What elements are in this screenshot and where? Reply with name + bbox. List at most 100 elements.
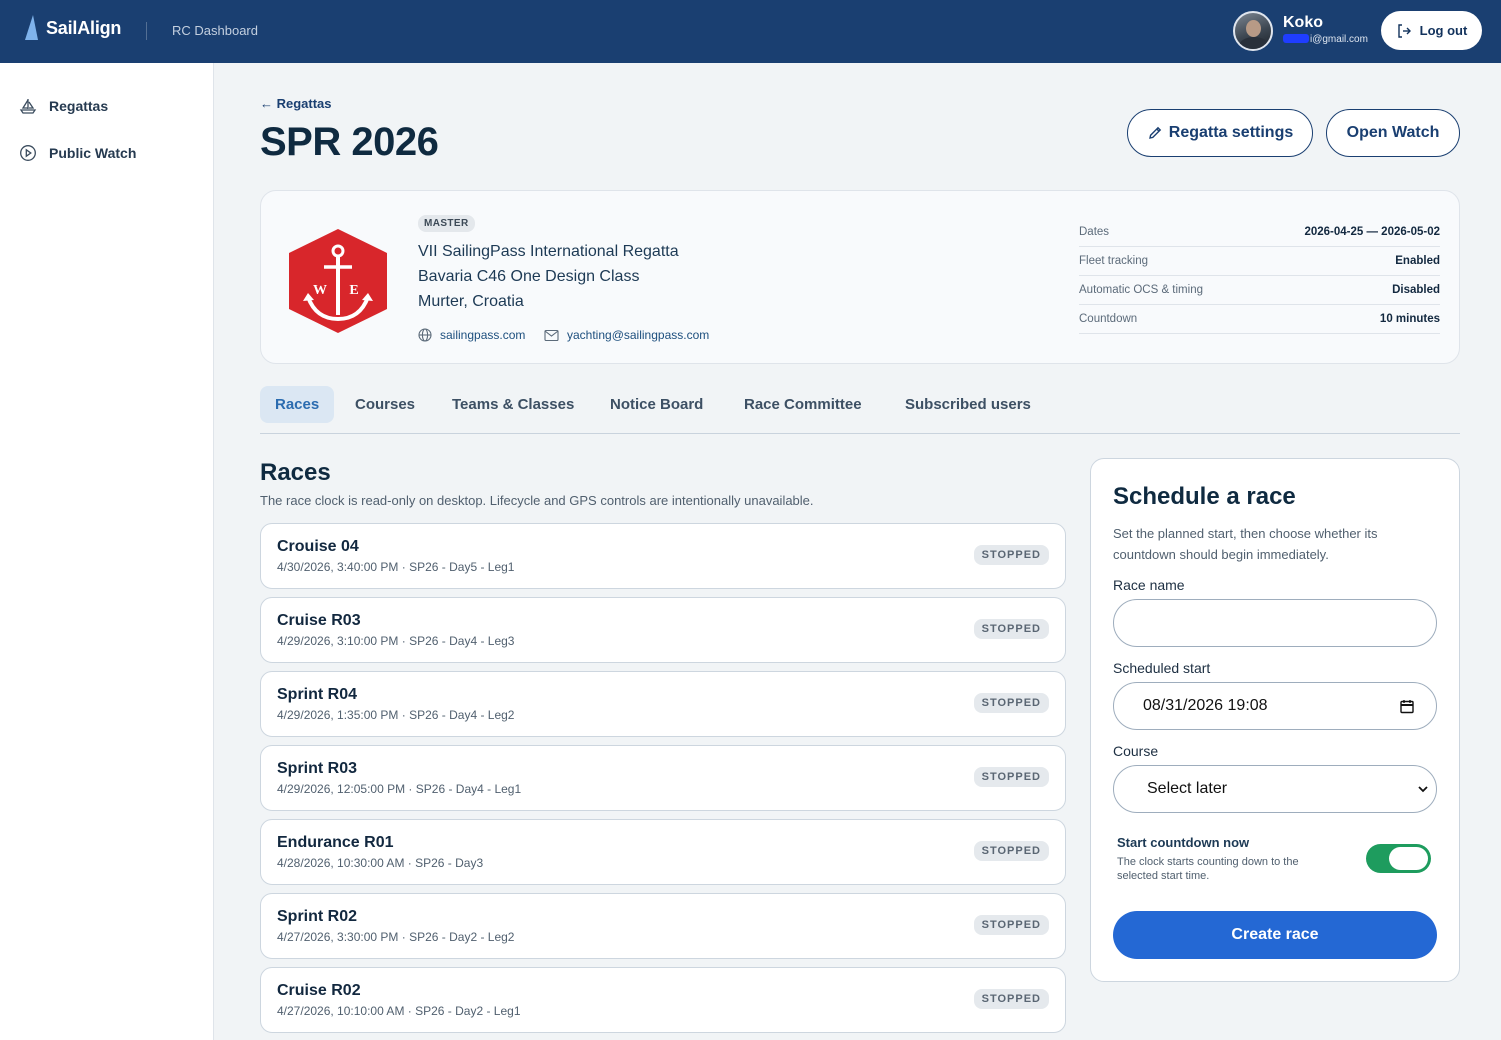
race-card[interactable]: Endurance R01 4/28/2026, 10:30:00 AM · S… — [260, 819, 1066, 885]
course-label: Course — [1113, 743, 1159, 759]
website-text: sailingpass.com — [440, 328, 526, 342]
sidebar-item-public-watch[interactable]: Public Watch — [19, 144, 136, 162]
regatta-settings-label: Regatta settings — [1168, 124, 1294, 141]
meta-row-countdown: Countdown 10 minutes — [1079, 305, 1440, 334]
countdown-toggle-title: Start countdown now — [1117, 835, 1250, 850]
email-redaction — [1283, 34, 1309, 43]
globe-icon — [418, 328, 432, 342]
status-badge: STOPPED — [973, 619, 1049, 639]
email-link[interactable]: yachting@sailingpass.com — [544, 328, 709, 342]
race-name: Sprint R02 — [277, 908, 358, 925]
pencil-icon — [1148, 126, 1161, 139]
sidebar-item-label: Public Watch — [49, 145, 137, 161]
meta-row-ocs-timing: Automatic OCS & timing Disabled — [1079, 276, 1440, 305]
race-meta: 4/28/2026, 10:30:00 AM · SP26 - Day3 — [277, 856, 484, 870]
email-text: yachting@sailingpass.com — [567, 328, 710, 342]
race-card[interactable]: Sprint R03 4/29/2026, 12:05:00 PM · SP26… — [260, 745, 1066, 811]
logo-letter-e: E — [349, 283, 358, 298]
tab-courses[interactable]: Courses — [340, 386, 430, 423]
meta-value: Enabled — [1395, 255, 1440, 267]
race-name: Sprint R03 — [277, 760, 358, 777]
brand-divider — [146, 22, 147, 40]
meta-key: Automatic OCS & timing — [1079, 284, 1203, 296]
races-heading: Races — [260, 459, 331, 486]
status-badge: STOPPED — [973, 989, 1049, 1009]
open-watch-label: Open Watch — [1346, 124, 1440, 141]
regatta-info-card: W E MASTER VII SailingPass International… — [260, 190, 1460, 364]
race-card[interactable]: Cruise R02 4/27/2026, 10:10:00 AM · SP26… — [260, 967, 1066, 1033]
meta-key: Countdown — [1079, 313, 1138, 325]
race-name-input[interactable] — [1113, 599, 1437, 647]
logout-button[interactable]: Log out — [1381, 11, 1482, 50]
website-link[interactable]: sailingpass.com — [418, 328, 525, 342]
race-meta: 4/29/2026, 12:05:00 PM · SP26 - Day4 - L… — [277, 782, 522, 796]
schedule-race-panel: Schedule a race Set the planned start, t… — [1090, 458, 1460, 982]
user-email: i@gmail.com — [1283, 34, 1368, 45]
race-name: Crouise 04 — [277, 538, 359, 555]
sidebar-item-regattas[interactable]: Regattas — [19, 97, 108, 115]
top-bar: SailAlign RC Dashboard Koko i@gmail.com … — [0, 0, 1501, 63]
master-badge: MASTER — [418, 215, 475, 232]
back-link[interactable]: ← Regattas — [260, 96, 332, 111]
regatta-class: Bavaria C46 One Design Class — [418, 268, 640, 285]
race-card[interactable]: Sprint R04 4/29/2026, 1:35:00 PM · SP26 … — [260, 671, 1066, 737]
races-subtitle: The race clock is read-only on desktop. … — [260, 493, 814, 508]
race-card[interactable]: Sprint R02 4/27/2026, 3:30:00 PM · SP26 … — [260, 893, 1066, 959]
countdown-toggle-description: The clock starts counting down to the se… — [1117, 856, 1299, 882]
toggle-knob — [1389, 847, 1428, 870]
status-badge: STOPPED — [973, 841, 1049, 861]
start-countdown-toggle[interactable] — [1366, 844, 1431, 873]
meta-value: 2026-04-25 — 2026-05-02 — [1304, 226, 1440, 238]
regatta-name: VII SailingPass International Regatta — [418, 243, 679, 260]
meta-value: 10 minutes — [1379, 313, 1440, 325]
tab-race-committee[interactable]: Race Committee — [729, 386, 877, 423]
race-meta: 4/27/2026, 10:10:00 AM · SP26 - Day2 - L… — [277, 1004, 521, 1018]
calendar-icon[interactable] — [1400, 699, 1414, 714]
course-select[interactable]: Select later — [1113, 765, 1437, 813]
course-select-value: Select later — [1147, 780, 1228, 797]
race-card[interactable]: Crouise 04 4/30/2026, 3:40:00 PM · SP26 … — [260, 523, 1066, 589]
tab-subscribed-users[interactable]: Subscribed users — [890, 386, 1046, 423]
logo-letter-w: W — [313, 283, 327, 298]
race-name: Sprint R04 — [277, 686, 358, 703]
chevron-down-icon — [1418, 786, 1428, 793]
sidebar: Regattas Public Watch — [0, 63, 214, 1040]
brand-logo[interactable]: SailAlign — [22, 14, 121, 42]
scheduled-start-input[interactable]: 08/31/2026 19:08 — [1113, 682, 1437, 730]
regatta-logo: W E — [289, 229, 387, 333]
race-meta: 4/27/2026, 3:30:00 PM · SP26 - Day2 - Le… — [277, 930, 515, 944]
schedule-title: Schedule a race — [1113, 483, 1296, 510]
sailboat-icon — [19, 99, 37, 114]
tab-races[interactable]: Races — [260, 386, 335, 423]
sidebar-item-label: Regattas — [49, 98, 109, 114]
logout-label: Log out — [1419, 23, 1468, 38]
race-meta: 4/29/2026, 3:10:00 PM · SP26 - Day4 - Le… — [277, 634, 515, 648]
schedule-description: Set the planned start, then choose wheth… — [1113, 526, 1378, 562]
race-name: Cruise R02 — [277, 982, 361, 999]
avatar[interactable] — [1233, 11, 1273, 51]
open-watch-button[interactable]: Open Watch — [1326, 109, 1460, 157]
race-name: Endurance R01 — [277, 834, 394, 851]
regatta-location: Murter, Croatia — [418, 293, 524, 310]
page-title: SPR 2026 — [260, 120, 439, 164]
tab-teams-classes[interactable]: Teams & Classes — [437, 386, 589, 423]
create-race-button[interactable]: Create race — [1113, 911, 1437, 959]
meta-row-dates: Dates 2026-04-25 — 2026-05-02 — [1079, 218, 1440, 247]
meta-row-fleet-tracking: Fleet tracking Enabled — [1079, 247, 1440, 276]
mail-icon — [544, 329, 559, 341]
race-card[interactable]: Cruise R03 4/29/2026, 3:10:00 PM · SP26 … — [260, 597, 1066, 663]
meta-key: Fleet tracking — [1079, 255, 1149, 267]
regatta-settings-button[interactable]: Regatta settings — [1127, 109, 1313, 157]
status-badge: STOPPED — [973, 915, 1049, 935]
tab-notice-board[interactable]: Notice Board — [595, 386, 718, 423]
brand-name: SailAlign — [46, 17, 122, 38]
race-meta: 4/30/2026, 3:40:00 PM · SP26 - Day5 - Le… — [277, 560, 515, 574]
status-badge: STOPPED — [973, 693, 1049, 713]
scheduled-start-label: Scheduled start — [1113, 660, 1211, 676]
race-name-label: Race name — [1113, 577, 1185, 593]
status-badge: STOPPED — [973, 545, 1049, 565]
tab-bar: Races Courses Teams & Classes Notice Boa… — [260, 386, 1460, 434]
section-label: RC Dashboard — [172, 23, 258, 38]
logout-icon — [1397, 23, 1411, 38]
scheduled-start-value: 08/31/2026 19:08 — [1143, 697, 1268, 714]
